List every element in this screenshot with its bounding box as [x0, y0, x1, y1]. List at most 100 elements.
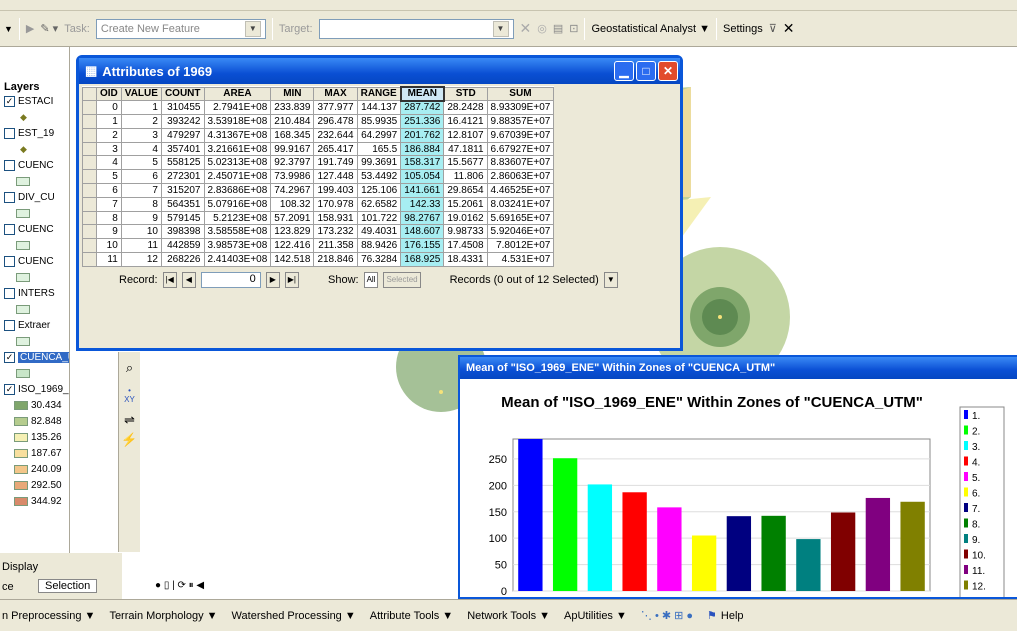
column-header[interactable]: MEAN — [399, 86, 445, 102]
row-selector[interactable] — [82, 183, 97, 198]
table-row[interactable]: 4 5 558125 5.02313E+08 92.3797 191.749 99.3691… — [82, 155, 555, 171]
sketch-icon[interactable]: ◎ — [537, 22, 547, 35]
layer-checkbox[interactable] — [4, 159, 15, 171]
station-point — [439, 390, 443, 394]
row-selector[interactable] — [82, 141, 97, 157]
geostatistical-analyst-menu[interactable]: Geostatistical Analyst ▼ — [591, 23, 710, 35]
target-combo[interactable]: ▼ — [318, 18, 514, 39]
table-row[interactable]: 3 4 357401 3.21661E+08 99.9167 265.417 165.5 18… — [82, 141, 555, 157]
table-row[interactable]: 8 9 579145 5.2123E+08 57.2091 158.931 101.722 9… — [82, 210, 555, 226]
row-selector[interactable] — [82, 252, 97, 267]
column-header[interactable]: MAX — [313, 86, 358, 102]
column-header[interactable]: RANGE — [356, 86, 402, 102]
table-row[interactable]: 2 3 479297 4.31367E+08 168.345 232.644 64.2997… — [82, 127, 555, 143]
preprocessing-menu[interactable]: n Preprocessing ▼ — [2, 610, 95, 622]
column-header[interactable]: AREA — [203, 86, 272, 102]
chart-title-bar[interactable]: Mean of "ISO_1969_ENE" Within Zones of "… — [460, 357, 1017, 379]
chevron-down-icon[interactable]: ▼ — [492, 20, 509, 37]
terrain-morphology-menu[interactable]: Terrain Morphology ▼ — [109, 610, 217, 622]
row-selector[interactable] — [82, 100, 97, 116]
close-button[interactable]: ✕ — [658, 61, 678, 81]
attributes-icon[interactable]: ▤ — [553, 22, 563, 35]
layer-item[interactable]: EST_19 — [0, 125, 69, 141]
xy-icon[interactable]: • XY — [119, 386, 140, 404]
table-row[interactable]: 10 11 442859 3.98573E+08 122.416 211.358 88.94… — [82, 238, 555, 254]
close-icon[interactable]: ✕ — [783, 20, 795, 37]
layer-checkbox[interactable]: ✓ — [4, 351, 15, 363]
layer-item[interactable]: ✓ ESTACI — [0, 93, 69, 109]
network-tools-menu[interactable]: Network Tools ▼ — [467, 610, 550, 622]
delete-icon[interactable]: ✕ — [520, 20, 532, 37]
lightning-icon[interactable]: ⚡ — [119, 432, 140, 448]
table-cell: 29.8654 — [443, 183, 488, 198]
layer-item[interactable]: DIV_CU — [0, 189, 69, 205]
show-selected-button[interactable]: Selected — [383, 271, 421, 288]
table-row[interactable]: 0 1 310455 2.7941E+08 233.839 377.977 144.137 2… — [82, 100, 555, 116]
binoculars-icon[interactable]: ⌕ — [119, 360, 140, 376]
options-dropdown-icon[interactable]: ▼ — [603, 271, 618, 288]
previous-record-icon[interactable]: ◀ — [181, 271, 196, 288]
tab-source[interactable]: ce — [2, 581, 14, 593]
column-header[interactable]: STD — [443, 86, 488, 102]
sketch-properties-icon[interactable]: ⊡ — [569, 22, 578, 35]
task-combo[interactable]: Create New Feature ▼ — [95, 18, 266, 39]
settings-button[interactable]: Settings — [723, 23, 763, 35]
layer-item[interactable]: ✓CUENCA_U — [0, 349, 69, 365]
table-row[interactable]: 6 7 315207 2.83686E+08 74.2967 199.403 125.106… — [82, 183, 555, 198]
play-icon[interactable]: ▶ — [26, 22, 34, 35]
minimize-button[interactable]: ▁ — [614, 61, 634, 81]
filter-icon[interactable]: ⊽ — [769, 22, 777, 35]
layer-checkbox[interactable] — [4, 255, 15, 267]
layer-checkbox[interactable]: ✓ — [4, 383, 15, 395]
pencil-icon[interactable]: ✎ ▾ — [40, 22, 58, 35]
layer-item[interactable]: INTERS — [0, 285, 69, 301]
column-header[interactable]: SUM — [486, 86, 555, 102]
column-header[interactable]: VALUE — [120, 86, 162, 102]
table-row[interactable]: 9 10 398398 3.58558E+08 123.829 173.232 49.403… — [82, 224, 555, 240]
layer-item[interactable]: CUENC — [0, 253, 69, 269]
row-selector[interactable] — [82, 196, 97, 212]
row-selector[interactable] — [82, 169, 97, 185]
first-record-icon[interactable]: |◀ — [162, 271, 177, 288]
layer-checkbox[interactable] — [4, 191, 15, 203]
layer-checkbox[interactable] — [4, 319, 15, 331]
attribute-tools-menu[interactable]: Attribute Tools ▼ — [370, 610, 453, 622]
hydro-tools-icons[interactable]: ⋱ • ✱ ⊞ ● — [641, 609, 693, 622]
chevron-down-icon[interactable]: ▼ — [244, 20, 261, 37]
help-button[interactable]: Help — [721, 610, 744, 622]
table-row[interactable]: 11 12 268226 2.41403E+08 142.518 218.846 76.32… — [82, 252, 555, 267]
attributes-title-bar[interactable]: ▦ Attributes of 1969 ▁ □ ✕ — [79, 58, 680, 84]
layer-checkbox[interactable] — [4, 287, 15, 299]
row-selector[interactable] — [82, 127, 97, 143]
column-header[interactable]: COUNT — [160, 86, 205, 102]
table-row[interactable]: 5 6 272301 2.45071E+08 73.9986 127.448 53.4492… — [82, 169, 555, 185]
last-record-icon[interactable]: ▶| — [284, 271, 299, 288]
layer-item[interactable]: ✓ ISO_1969_ — [0, 381, 69, 397]
table-row[interactable]: 1 2 393242 3.53918E+08 210.484 296.478 85.9935… — [82, 114, 555, 129]
layer-item[interactable]: CUENC — [0, 157, 69, 173]
layer-checkbox[interactable] — [4, 223, 15, 235]
watershed-processing-menu[interactable]: Watershed Processing ▼ — [232, 610, 356, 622]
layer-item[interactable]: CUENC — [0, 221, 69, 237]
measure-icon[interactable]: ⇌ — [119, 412, 140, 428]
table-row[interactable]: 7 8 564351 5.07916E+08 108.32 170.978 62.6582 1… — [82, 196, 555, 212]
tab-display[interactable]: Display — [2, 561, 38, 573]
show-all-button[interactable]: All — [363, 271, 379, 288]
row-selector[interactable] — [82, 114, 97, 129]
record-input[interactable]: 0 — [200, 271, 261, 288]
layer-checkbox[interactable] — [4, 127, 15, 139]
layer-checkbox[interactable]: ✓ — [4, 95, 15, 107]
layer-item[interactable]: Extraer — [0, 317, 69, 333]
tab-selection[interactable]: Selection — [38, 579, 98, 593]
dropdown-arrow-icon[interactable]: ▼ — [4, 24, 13, 34]
column-header[interactable]: OID — [96, 86, 122, 102]
row-selector[interactable] — [82, 224, 97, 240]
row-selector[interactable] — [82, 238, 97, 254]
help-flag-icon[interactable]: ⚑ — [707, 609, 717, 622]
column-header[interactable]: MIN — [270, 86, 315, 102]
row-selector[interactable] — [82, 155, 97, 171]
aputilities-menu[interactable]: ApUtilities ▼ — [564, 610, 627, 622]
maximize-button[interactable]: □ — [636, 61, 656, 81]
next-record-icon[interactable]: ▶ — [265, 271, 280, 288]
row-selector[interactable] — [82, 210, 97, 226]
